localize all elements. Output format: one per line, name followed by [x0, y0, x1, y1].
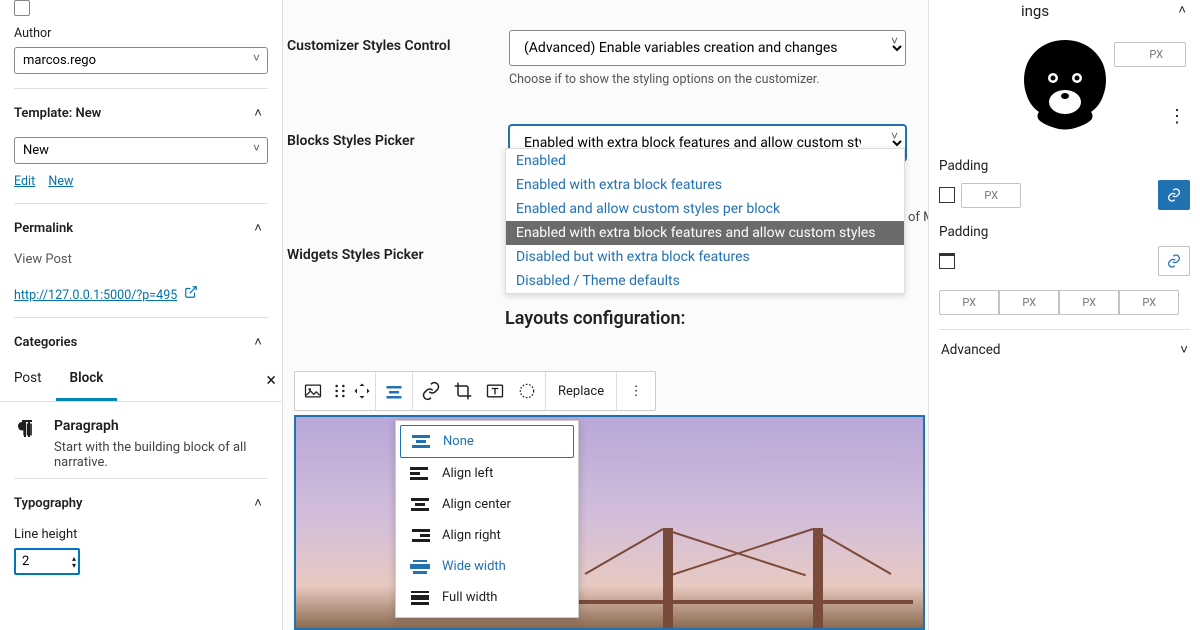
dd-option-highlighted[interactable]: Enabled with extra block features and al… — [506, 221, 904, 245]
align-none-icon — [411, 435, 431, 449]
link-icon[interactable] — [415, 372, 447, 410]
align-wide[interactable]: Wide width — [400, 551, 574, 582]
advanced-section-toggle[interactable]: Advanced ˅ — [939, 329, 1190, 370]
template-edit-link[interactable]: Edit — [14, 174, 35, 189]
partial-heading: ings — [1021, 2, 1049, 20]
box-model-icon[interactable] — [939, 187, 955, 203]
align-full-icon — [410, 591, 430, 605]
permalink-section-toggle[interactable]: Permalink ˄ — [14, 218, 268, 238]
csc-label: Customizer Styles Control — [287, 30, 509, 54]
paragraph-icon — [14, 418, 38, 442]
dd-option[interactable]: Enabled — [506, 149, 904, 173]
template-section-toggle[interactable]: Template: New ˄ — [14, 103, 268, 123]
csc-helper: Choose if to show the styling options on… — [509, 72, 906, 87]
layouts-heading: Layouts configuration: — [283, 290, 928, 329]
stepper-icon[interactable]: ▴▾ — [72, 548, 76, 575]
dd-option[interactable]: Enabled and allow custom styles per bloc… — [506, 197, 904, 221]
checkbox-partial-label — [38, 1, 41, 16]
dd-option[interactable]: Disabled but with extra block features — [506, 245, 904, 269]
block-description: Start with the building block of all nar… — [54, 440, 268, 470]
align-full[interactable]: Full width — [400, 582, 574, 613]
dd-option[interactable]: Disabled / Theme defaults — [506, 269, 904, 293]
line-height-label: Line height — [14, 527, 268, 542]
author-label: Author — [14, 26, 268, 41]
external-link-icon — [184, 285, 198, 303]
tab-block[interactable]: Block — [56, 360, 118, 401]
move-icon[interactable] — [351, 372, 373, 410]
csc-select[interactable]: (Advanced) Enable variables creation and… — [509, 30, 906, 66]
more-options-icon[interactable]: ⋮ — [617, 372, 655, 410]
align-left-icon — [410, 467, 430, 481]
image-block[interactable] — [294, 415, 925, 630]
categories-label: Categories — [14, 335, 77, 350]
typography-section-toggle[interactable]: Typography ˄ — [14, 493, 268, 513]
align-none[interactable]: None — [400, 425, 574, 458]
permalink-label: Permalink — [14, 221, 73, 236]
align-left[interactable]: Align left — [400, 458, 574, 489]
align-center-icon — [410, 498, 430, 512]
padding-right-input[interactable] — [999, 290, 1059, 315]
more-icon[interactable]: ⋮ — [1168, 106, 1186, 127]
link-sides-icon[interactable] — [1158, 180, 1190, 210]
px-input-top[interactable] — [1114, 42, 1186, 67]
unlink-sides-icon[interactable] — [1158, 246, 1190, 276]
padding-top-input[interactable] — [939, 290, 999, 315]
template-new-link[interactable]: New — [48, 174, 73, 189]
chevron-down-icon: ˅ — [1180, 342, 1188, 358]
padding-label: Padding — [939, 158, 1190, 174]
chevron-up-icon: ˄ — [248, 103, 268, 123]
replace-button[interactable]: Replace — [546, 372, 617, 410]
alignment-menu: None Align left Align center Align right… — [395, 420, 579, 618]
template-select[interactable]: New — [14, 137, 268, 164]
view-post-link[interactable]: View Post — [14, 252, 268, 267]
align-wide-icon — [410, 560, 430, 574]
chevron-up-icon: ˄ — [248, 332, 268, 352]
template-label: Template: New — [14, 106, 101, 121]
text-overlay-icon[interactable] — [479, 372, 511, 410]
close-icon[interactable]: × — [260, 360, 282, 401]
line-height-input[interactable] — [14, 548, 80, 575]
typography-label: Typography — [14, 496, 83, 511]
align-right[interactable]: Align right — [400, 520, 574, 551]
categories-section-toggle[interactable]: Categories ˄ — [14, 332, 268, 352]
duotone-icon[interactable] — [511, 372, 543, 410]
padding-input[interactable] — [961, 183, 1021, 208]
block-title: Paragraph — [54, 418, 268, 434]
padding-bottom-input[interactable] — [1059, 290, 1119, 315]
chevron-up-icon[interactable]: ˄ — [1178, 2, 1186, 20]
wsp-label: Widgets Styles Picker — [287, 239, 509, 263]
align-right-icon — [410, 529, 430, 543]
drag-handle-icon[interactable] — [329, 372, 351, 410]
padding-left-input[interactable] — [1119, 290, 1179, 315]
chevron-up-icon: ˄ — [248, 218, 268, 238]
author-select[interactable]: marcos.rego — [14, 47, 268, 74]
image-block-icon[interactable] — [297, 372, 329, 410]
permalink-url[interactable]: http://127.0.0.1:5000/?p=495 — [14, 288, 177, 303]
tab-post[interactable]: Post — [0, 360, 56, 401]
padding-label-2: Padding — [939, 224, 1190, 240]
chevron-up-icon: ˄ — [248, 493, 268, 513]
bsp-dropdown[interactable]: Enabled Enabled with extra block feature… — [505, 148, 905, 294]
bsp-label: Blocks Styles Picker — [287, 125, 509, 149]
dd-option[interactable]: Enabled with extra block features — [506, 173, 904, 197]
checkbox[interactable] — [14, 0, 30, 16]
align-button[interactable] — [378, 372, 410, 410]
avatar-icon — [1005, 30, 1125, 150]
block-toolbar: Replace ⋮ — [294, 371, 656, 411]
align-center[interactable]: Align center — [400, 489, 574, 520]
crop-icon[interactable] — [447, 372, 479, 410]
box-model-icon[interactable] — [939, 253, 955, 269]
